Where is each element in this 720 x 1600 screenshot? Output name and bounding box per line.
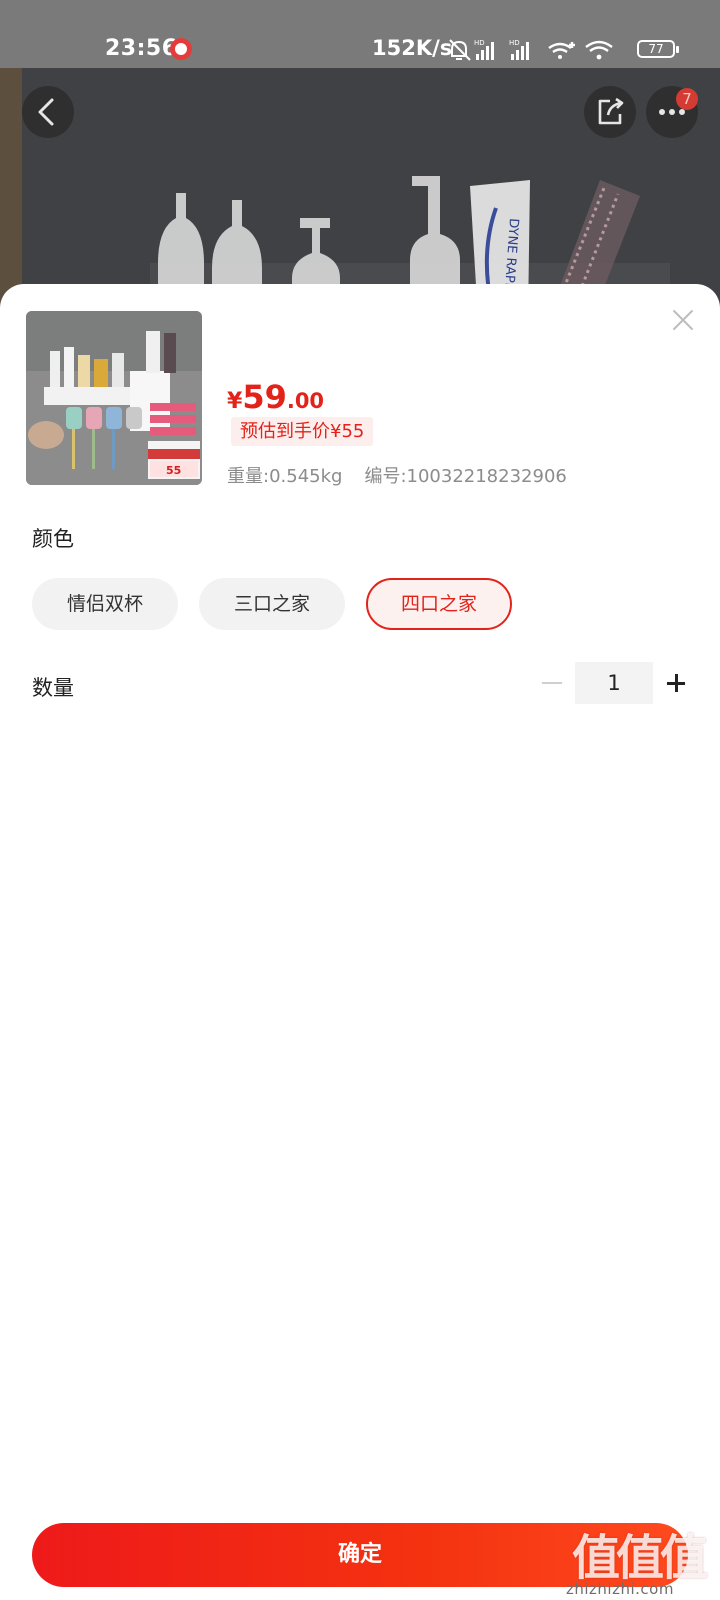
wifi-icon (585, 40, 613, 60)
svg-text:HD: HD (509, 39, 520, 47)
hd-signal-icon: HD (509, 39, 529, 60)
currency-symbol: ¥ (227, 389, 243, 414)
color-section-title: 颜色 (32, 527, 74, 551)
signal-plus-icon (548, 42, 575, 59)
price-decimal: .00 (286, 389, 325, 413)
back-button[interactable] (22, 86, 74, 138)
svg-text:55: 55 (166, 464, 181, 477)
color-options: 情侣双杯 三口之家 四口之家 (32, 578, 533, 630)
quantity-section-title: 数量 (32, 676, 74, 700)
hd-signal-icon: HD (474, 39, 494, 60)
quantity-input[interactable]: 1 (575, 662, 653, 704)
product-price: ¥59.00 (227, 378, 324, 416)
thumbnail-image: 55 (26, 311, 202, 485)
network-speed: 152K/s (372, 36, 453, 60)
message-count-badge: 7 (676, 88, 698, 110)
increase-quantity-button[interactable] (658, 662, 694, 704)
quantity-stepper: 1 (538, 662, 694, 704)
decrease-quantity-button[interactable] (538, 662, 568, 704)
svg-text:HD: HD (474, 39, 485, 47)
close-button[interactable] (671, 308, 695, 332)
mute-icon (449, 39, 471, 61)
price-integer: 59 (242, 378, 287, 416)
color-option-family-four[interactable]: 四口之家 (366, 578, 512, 630)
color-option-couple[interactable]: 情侣双杯 (32, 578, 178, 630)
app-notification-icon (170, 38, 192, 60)
confirm-button[interactable]: 确定 (32, 1523, 688, 1587)
share-icon (598, 97, 624, 125)
estimated-price-tag: 预估到手价¥55 (231, 417, 374, 446)
status-bar: 23:56 152K/s HD HD 77 (0, 0, 720, 68)
product-weight: 重量:0.545kg (227, 466, 343, 487)
status-time: 23:56 (105, 36, 178, 61)
share-button[interactable] (584, 86, 636, 138)
product-meta: 重量:0.545kg 编号:10032218232906 (227, 462, 567, 488)
color-option-family-three[interactable]: 三口之家 (199, 578, 345, 630)
close-icon (673, 310, 693, 330)
sku-selector-screen: 23:56 152K/s HD HD 77 DYNE RAPID 7 55 ¥5… (0, 0, 720, 1600)
product-sku: 编号:10032218232906 (364, 466, 567, 487)
battery-icon: 77 (637, 40, 679, 58)
chevron-left-icon (38, 98, 54, 126)
product-thumbnail[interactable]: 55 (26, 311, 202, 485)
